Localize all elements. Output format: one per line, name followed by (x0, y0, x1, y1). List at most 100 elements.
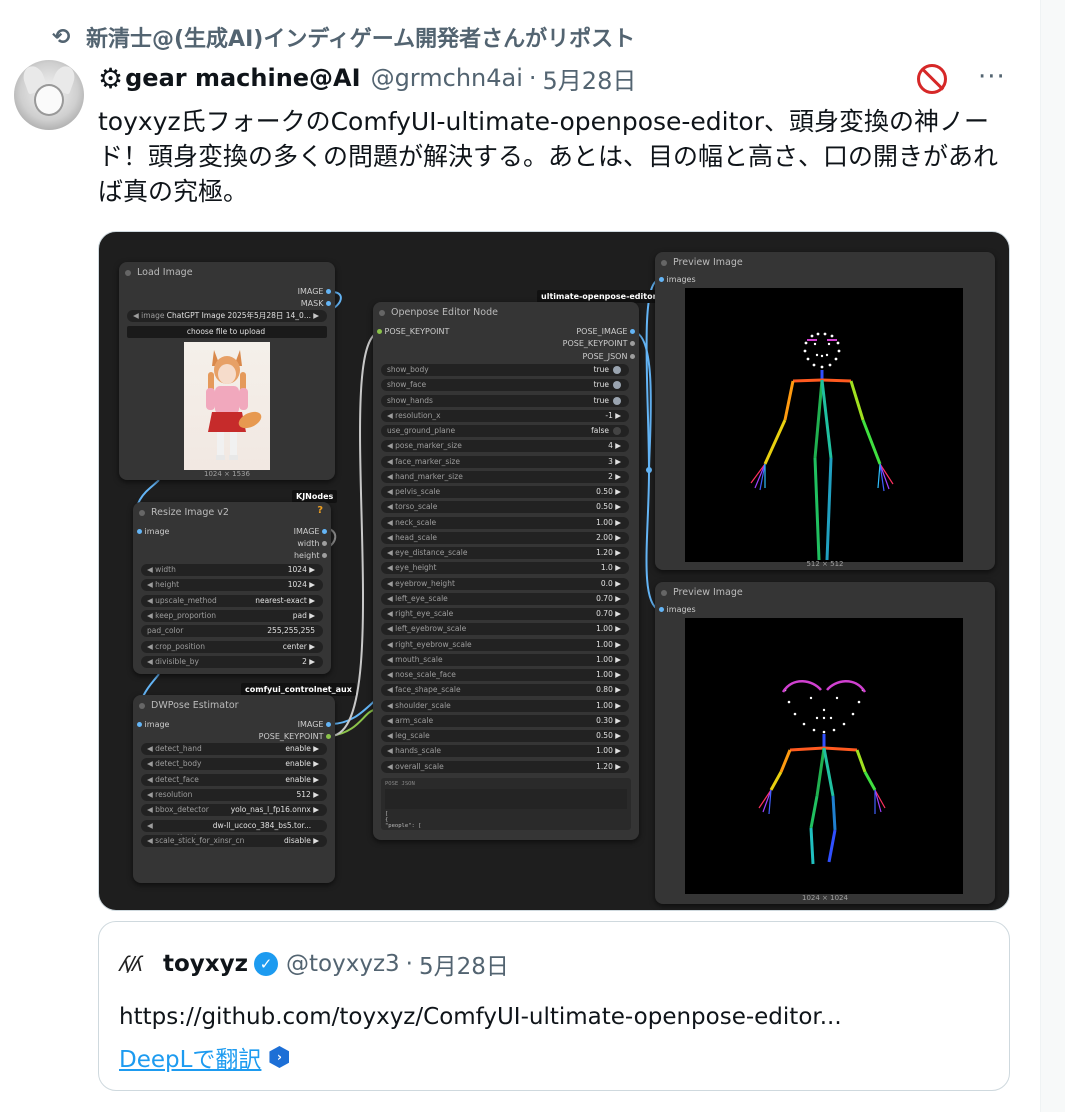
help-icon[interactable]: ? (317, 505, 323, 516)
widget-pose-estimator[interactable]: ◀ pose_estimatordw-ll_ucoco_384_bs5.tor.… (141, 819, 327, 842)
author-handle[interactable]: @grmchn4ai (371, 64, 523, 92)
output-pose-image[interactable]: POSE_IMAGE (576, 326, 635, 338)
quoted-tweet-card[interactable]: ʎ/ʎ toyxyz ✓ @toyxyz3 · 5月28日 https://gi… (98, 921, 1010, 1091)
widget-shoulder-scale[interactable]: ◀ shoulder_scale 1.00 ▶ (381, 699, 629, 712)
output-image[interactable]: IMAGE (294, 526, 327, 538)
widget-show-body[interactable]: show_body true (381, 364, 629, 376)
widget-bbox-detector[interactable]: ◀ bbox_detector yolo_nas_l_fp16.onnx ▶ (141, 804, 327, 817)
verified-badge-icon: ✓ (254, 952, 279, 976)
upload-button[interactable]: choose file to upload (127, 326, 327, 338)
tweet-header: ⚙ gear machine@AI @grmchn4ai · 5月28日 (98, 60, 636, 96)
tweet-page: ⟲ 新清士@(生成AI)インディゲーム開発者さんがリポスト ⚙ gear mac… (0, 0, 1040, 1112)
widget-neck-scale[interactable]: ◀ neck_scale 1.00 ▶ (381, 516, 629, 529)
resize-image-node[interactable]: Resize Image v2 ? image IMAGE width heig… (133, 502, 331, 674)
output-height[interactable]: height (294, 550, 327, 562)
widget-width[interactable]: ◀ width 1024 ▶ (141, 564, 323, 576)
widget-keep-proportion[interactable]: ◀ keep_proportion pad ▶ (141, 609, 323, 622)
more-options-icon[interactable]: ··· (978, 62, 1006, 92)
widget-detect-face[interactable]: ◀ detect_face enable ▶ (141, 773, 327, 786)
widget-divisible-by[interactable]: ◀ divisible_by 2 ▶ (141, 655, 323, 668)
quoted-tweet-date[interactable]: 5月28日 (419, 947, 509, 981)
avatar[interactable] (14, 60, 84, 130)
widget-face-marker-size[interactable]: ◀ face_marker_size 3 ▶ (381, 455, 629, 468)
input-image[interactable]: image (137, 526, 169, 538)
fox-girl-photo (184, 342, 270, 470)
widget-right-eye-scale[interactable]: ◀ right_eye_scale 0.70 ▶ (381, 608, 629, 620)
tweet-media-image[interactable]: Load Image IMAGE MASK ◀ image ChatGPT Im… (98, 231, 1010, 911)
pose-json-textarea[interactable]: POSE JSON [ { "people": [ (381, 778, 631, 830)
widget-detect-hand[interactable]: ◀ detect_hand enable ▶ (141, 743, 327, 755)
quoted-tweet-link[interactable]: https://github.com/toyxyz/ComfyUI-ultima… (119, 1004, 842, 1030)
repost-icon: ⟲ (52, 24, 71, 50)
output-image[interactable]: IMAGE (298, 286, 331, 298)
widget-scale-stick-for-xinsr-cn[interactable]: ◀ scale_stick_for_xinsr_cn disable ▶ (141, 834, 327, 847)
page-scrollbar[interactable] (1040, 0, 1065, 1112)
repost-indicator[interactable]: ⟲ 新清士@(生成AI)インディゲーム開発者さんがリポスト (52, 22, 636, 53)
widget-left-eyebrow-scale[interactable]: ◀ left_eyebrow_scale 1.00 ▶ (381, 623, 629, 636)
load-image-node[interactable]: Load Image IMAGE MASK ◀ image ChatGPT Im… (119, 262, 335, 480)
widget-hand-marker-size[interactable]: ◀ hand_marker_size 2 ▶ (381, 470, 629, 483)
widget-torso-scale[interactable]: ◀ torso_scale 0.50 ▶ (381, 501, 629, 514)
widget-resolution[interactable]: ◀ resolution 512 ▶ (141, 788, 327, 801)
widget-overall-scale[interactable]: ◀ overall_scale 1.20 ▶ (381, 760, 629, 773)
input-images[interactable]: images (659, 604, 696, 616)
deepl-translate-link[interactable]: DeepLで翻訳 › (119, 1040, 290, 1074)
widget-head-scale[interactable]: ◀ head_scale 2.00 ▶ (381, 531, 629, 544)
image-select-widget[interactable]: ◀ image ChatGPT Image 2025年5月28日 14_0...… (127, 310, 327, 322)
widget-right-eyebrow-scale[interactable]: ◀ right_eyebrow_scale 1.00 ▶ (381, 638, 629, 651)
widget-crop-position[interactable]: ◀ crop_position center ▶ (141, 640, 323, 653)
node-title: Preview Image (655, 582, 995, 604)
widget-arm-scale[interactable]: ◀ arm_scale 0.30 ▶ (381, 714, 629, 727)
widget-upscale-method[interactable]: ◀ upscale_method nearest-exact ▶ (141, 594, 323, 607)
widget-hands-scale[interactable]: ◀ hands_scale 1.00 ▶ (381, 745, 629, 758)
widget-eye-distance-scale[interactable]: ◀ eye_distance_scale 1.20 ▶ (381, 547, 629, 559)
widget-pad-color[interactable]: pad_color 255,255,255 (141, 625, 323, 638)
widget-face-shape-scale[interactable]: ◀ face_shape_scale 0.80 ▶ (381, 684, 629, 697)
widget-use-ground-plane[interactable]: use_ground_plane false (381, 425, 629, 437)
preview-dimensions: 1024 × 1024 (802, 894, 848, 902)
widget-height[interactable]: ◀ height 1024 ▶ (141, 579, 323, 592)
input-pose-keypoint[interactable]: POSE_KEYPOINT (377, 326, 449, 338)
quoted-author-handle[interactable]: @toyxyz3 (286, 951, 400, 977)
output-width[interactable]: width (297, 538, 327, 550)
tweet-text: toyxyz氏フォークのComfyUI-ultimate-openpose-ed… (98, 107, 999, 206)
tweet-date[interactable]: 5月28日 (543, 61, 637, 96)
widget-pose-marker-size[interactable]: ◀ pose_marker_size 4 ▶ (381, 440, 629, 453)
output-mask[interactable]: MASK (301, 298, 331, 310)
widget-show-face[interactable]: show_face true (381, 379, 629, 392)
translate-label[interactable]: DeepLで翻訳 (119, 1040, 261, 1074)
preview-image-node-1[interactable]: Preview Image images 512 × 512 (655, 252, 995, 570)
widget-leg-scale[interactable]: ◀ leg_scale 0.50 ▶ (381, 730, 629, 742)
separator: · (528, 64, 537, 92)
dwpose-estimator-node[interactable]: DWPose Estimator image IMAGE POSE_KEYPOI… (133, 695, 335, 883)
input-images[interactable]: images (659, 274, 696, 286)
author-name[interactable]: gear machine@AI (125, 64, 360, 92)
preview-image-node-2[interactable]: Preview Image images 1024 × 1024 (655, 582, 995, 904)
widget-nose-scale-face[interactable]: ◀ nose_scale_face 1.00 ▶ (381, 669, 629, 681)
output-pose-keypoint[interactable]: POSE_KEYPOINT (259, 731, 331, 743)
pose-preview-1024 (685, 618, 963, 894)
widget-mouth-scale[interactable]: ◀ mouth_scale 1.00 ▶ (381, 653, 629, 666)
node-title: Openpose Editor Node (373, 302, 639, 324)
widget-detect-body[interactable]: ◀ detect_body enable ▶ (141, 758, 327, 771)
pose-skeleton-2 (758, 680, 886, 865)
widget-resolution-x[interactable]: ◀ resolution_x -1 ▶ (381, 409, 629, 422)
repost-text: 新清士@(生成AI)インディゲーム開発者さんがリポスト (86, 27, 636, 52)
output-pose-json[interactable]: POSE_JSON (582, 351, 635, 363)
output-image[interactable]: IMAGE (298, 719, 331, 731)
input-image[interactable]: image (137, 719, 169, 731)
widget-eye-height[interactable]: ◀ eye_height 1.0 ▶ (381, 562, 629, 575)
node-title: Resize Image v2 (133, 502, 331, 524)
fox-girl-illustration (206, 350, 262, 460)
widget-pelvis-scale[interactable]: ◀ pelvis_scale 0.50 ▶ (381, 486, 629, 498)
node-title: Preview Image (655, 252, 995, 274)
output-pose-keypoint[interactable]: POSE_KEYPOINT (563, 338, 635, 350)
image-dimensions: 1024 × 1536 (204, 470, 250, 478)
widget-left-eye-scale[interactable]: ◀ left_eye_scale 0.70 ▶ (381, 592, 629, 605)
widget-eyebrow-height[interactable]: ◀ eyebrow_height 0.0 ▶ (381, 577, 629, 590)
pose-preview-512 (685, 288, 963, 562)
quoted-author-name[interactable]: toyxyz (163, 951, 248, 977)
openpose-editor-node[interactable]: Openpose Editor Node POSE_KEYPOINT POSE_… (373, 302, 639, 840)
toyxyz-logo-icon: ʎ/ʎ (119, 952, 143, 976)
widget-show-hands[interactable]: show_hands true (381, 394, 629, 407)
